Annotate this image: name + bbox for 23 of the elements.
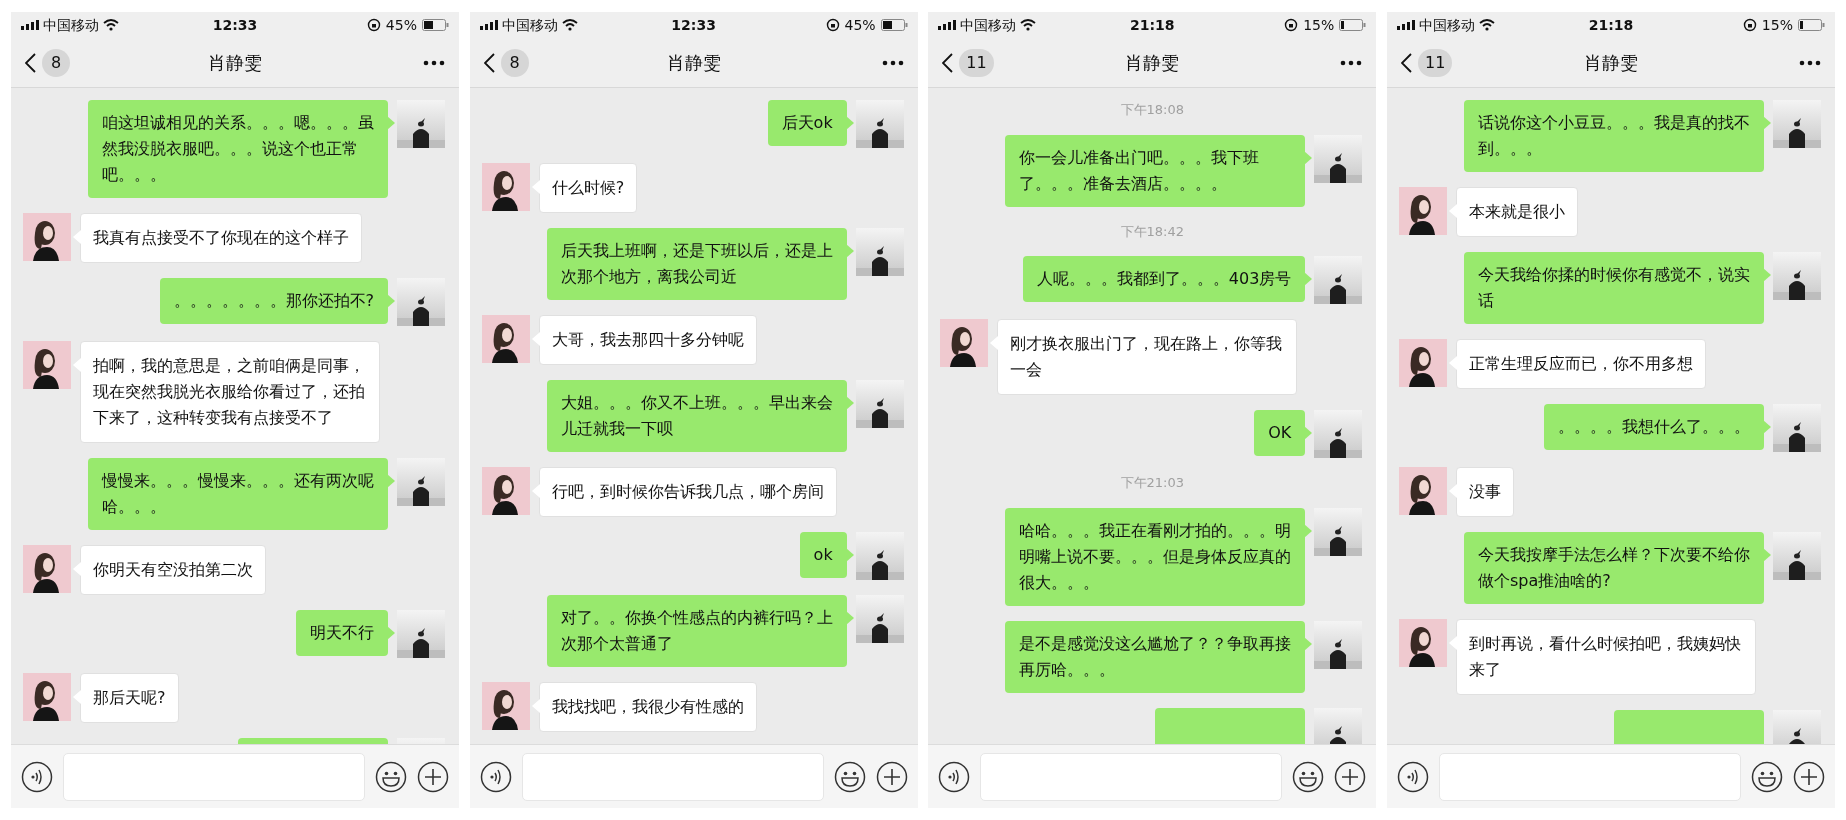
timestamp: 下午21:03 <box>1120 474 1185 492</box>
chat-title: 肖静雯 <box>1583 51 1638 75</box>
unread-count-badge[interactable]: 11 <box>1417 48 1453 77</box>
timestamp: 下午18:42 <box>1120 222 1185 241</box>
clock-time: 12:33 <box>671 15 716 35</box>
clock-time: 12:33 <box>212 15 258 35</box>
carrier-name: 中国移动 <box>501 15 558 35</box>
battery-percent: 45% <box>385 15 417 35</box>
chat-title: 肖静雯 <box>666 51 721 75</box>
chat-title: 肖静雯 <box>208 51 262 75</box>
battery-percent: 45% <box>844 15 876 35</box>
carrier-name: 中国移动 <box>1418 15 1475 35</box>
unread-count-badge[interactable]: 8 <box>42 48 70 77</box>
carrier-name: 中国移动 <box>960 15 1017 35</box>
chat-title: 肖静雯 <box>1125 51 1180 75</box>
clock-time: 21:18 <box>1130 15 1175 35</box>
battery-percent: 15% <box>1761 15 1793 35</box>
battery-percent: 15% <box>1303 15 1335 35</box>
clock-time: 21:18 <box>1588 15 1634 35</box>
carrier-name: 中国移动 <box>43 15 99 35</box>
timestamp: 下午18:08 <box>1120 101 1185 119</box>
unread-count-badge[interactable]: 11 <box>959 48 994 77</box>
unread-count-badge[interactable]: 8 <box>500 48 529 77</box>
